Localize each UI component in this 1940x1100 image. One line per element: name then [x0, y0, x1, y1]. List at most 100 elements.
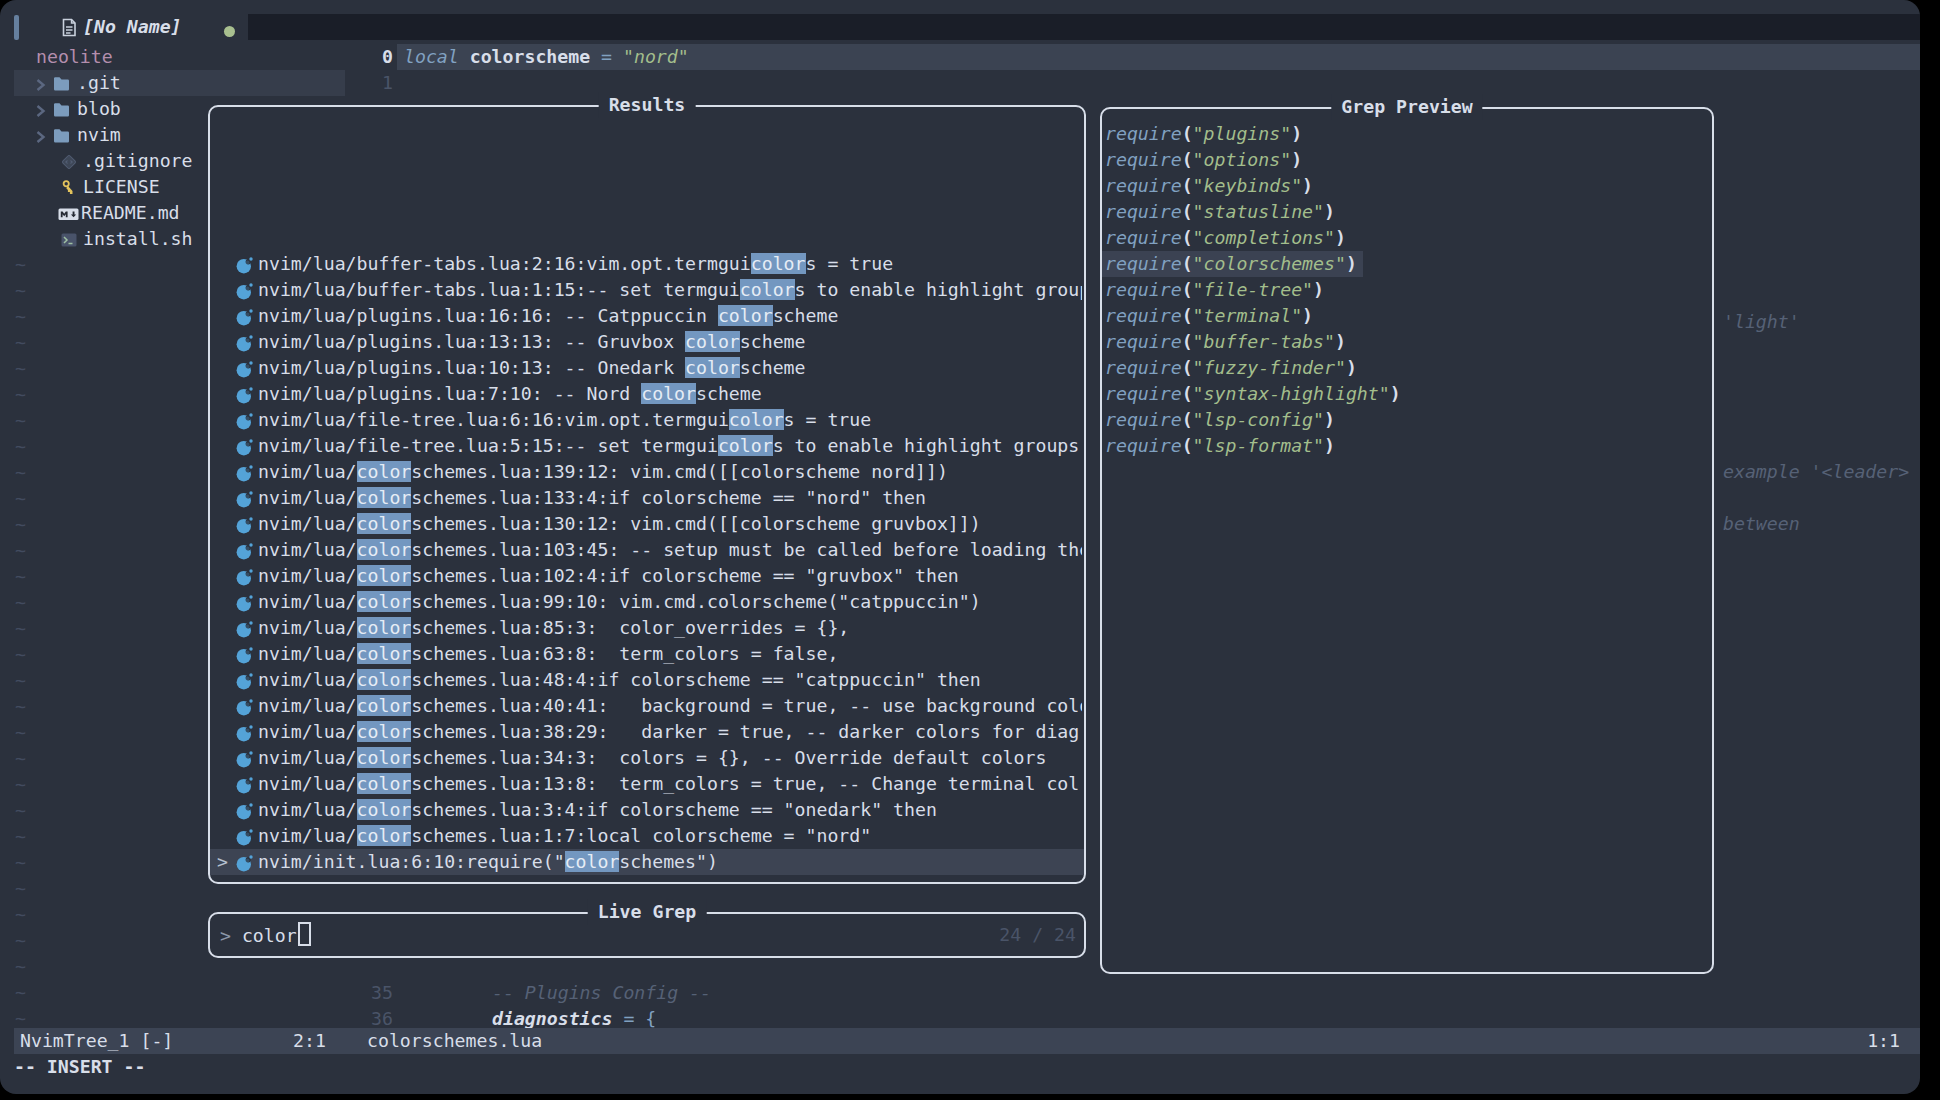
tilde: ~ — [15, 408, 26, 434]
chevron-right-icon — [35, 128, 46, 146]
preview-line: require("statusline") — [1102, 199, 1712, 225]
statusline-cursor-position: 1:1 — [1867, 1028, 1900, 1054]
result-row[interactable]: nvim/lua/colorschemes.lua:48:4:if colors… — [210, 667, 1084, 693]
tilde: ~ — [15, 356, 26, 382]
lua-icon — [236, 413, 253, 430]
tilde: ~ — [15, 538, 26, 564]
result-row[interactable]: nvim/lua/buffer-tabs.lua:1:15:-- set ter… — [210, 277, 1084, 303]
preview-lines: require("plugins")require("options")requ… — [1102, 121, 1712, 459]
bg-text-fragment: 'light' — [1723, 309, 1800, 335]
buffer-tab[interactable]: [No Name] — [83, 14, 182, 40]
tilde: ~ — [15, 590, 26, 616]
lua-icon — [236, 699, 253, 716]
tilde: ~ — [15, 668, 26, 694]
result-row[interactable]: nvim/lua/colorschemes.lua:103:45: -- set… — [210, 537, 1084, 563]
preview-line: require("keybinds") — [1102, 173, 1712, 199]
result-row[interactable]: nvim/lua/colorschemes.lua:3:4:if colorsc… — [210, 797, 1084, 823]
result-text: nvim/lua/colorschemes.lua:102:4:if color… — [258, 563, 1082, 589]
tilde: ~ — [15, 720, 26, 746]
live-grep-window: Live Grep > color 24 / 24 — [208, 912, 1086, 958]
result-row[interactable]: nvim/lua/plugins.lua:7:10: -- Nord color… — [210, 381, 1084, 407]
live-grep-input[interactable]: > color — [220, 922, 311, 948]
tilde: ~ — [15, 434, 26, 460]
result-row[interactable]: nvim/lua/colorschemes.lua:130:12: vim.cm… — [210, 511, 1084, 537]
lua-icon — [236, 777, 253, 794]
result-row[interactable]: nvim/lua/colorschemes.lua:13:8: term_col… — [210, 771, 1084, 797]
tabline-indicator — [14, 15, 19, 40]
lua-icon — [236, 387, 253, 404]
terminal-icon — [61, 231, 77, 249]
tilde: ~ — [15, 876, 26, 902]
result-text: nvim/lua/colorschemes.lua:40:41: backgro… — [258, 693, 1082, 719]
result-row[interactable]: nvim/lua/file-tree.lua:6:16:vim.opt.term… — [210, 407, 1084, 433]
tilde: ~ — [15, 980, 26, 1006]
preview-line: require("plugins") — [1102, 121, 1712, 147]
result-row[interactable]: nvim/lua/colorschemes.lua:102:4:if color… — [210, 563, 1084, 589]
result-row[interactable]: nvim/lua/colorschemes.lua:40:41: backgro… — [210, 693, 1084, 719]
lua-icon — [236, 335, 253, 352]
statusline-position: 2:1 — [293, 1028, 326, 1054]
result-row[interactable]: nvim/lua/file-tree.lua:5:15:-- set termg… — [210, 433, 1084, 459]
document-icon — [60, 18, 78, 44]
preview-line: require("fuzzy-finder") — [1102, 355, 1712, 381]
result-row[interactable]: nvim/lua/plugins.lua:10:13: -- Onedark c… — [210, 355, 1084, 381]
terminal-window: [No Name] neolite .gitblobnvim.gitignore… — [0, 0, 1920, 1094]
lua-icon — [236, 855, 253, 872]
lua-icon — [236, 751, 253, 768]
result-row[interactable]: nvim/lua/plugins.lua:13:13: -- Gruvbox c… — [210, 329, 1084, 355]
tilde: ~ — [15, 564, 26, 590]
result-text: nvim/lua/buffer-tabs.lua:2:16:vim.opt.te… — [258, 251, 1082, 277]
lua-icon — [236, 829, 253, 846]
result-row[interactable]: nvim/lua/colorschemes.lua:38:29: darker … — [210, 719, 1084, 745]
markdown-icon — [58, 205, 79, 223]
result-row[interactable]: >nvim/init.lua:6:10:require("colorscheme… — [210, 849, 1084, 875]
tree-root-title: neolite — [36, 44, 113, 70]
lua-icon — [236, 621, 253, 638]
result-row[interactable]: nvim/lua/colorschemes.lua:1:7:local colo… — [210, 823, 1084, 849]
result-row[interactable]: nvim/lua/buffer-tabs.lua:2:16:vim.opt.te… — [210, 251, 1084, 277]
folder-icon — [53, 127, 70, 145]
mode-indicator: -- INSERT -- — [14, 1054, 145, 1080]
preview-line: require("completions") — [1102, 225, 1712, 251]
tilde: ~ — [15, 824, 26, 850]
lua-icon — [236, 309, 253, 326]
tilde: ~ — [15, 954, 26, 980]
chevron-right-icon — [35, 102, 46, 120]
lua-icon — [236, 543, 253, 560]
result-text: nvim/lua/plugins.lua:13:13: -- Gruvbox c… — [258, 329, 1082, 355]
result-row[interactable]: nvim/lua/colorschemes.lua:85:3: color_ov… — [210, 615, 1084, 641]
tilde: ~ — [15, 486, 26, 512]
lua-icon — [236, 283, 253, 300]
result-text: nvim/init.lua:6:10:require("colorschemes… — [258, 849, 1082, 875]
result-row[interactable]: nvim/lua/colorschemes.lua:133:4:if color… — [210, 485, 1084, 511]
results-title: Results — [599, 92, 696, 118]
tilde: ~ — [15, 694, 26, 720]
result-row[interactable]: nvim/lua/colorschemes.lua:139:12: vim.cm… — [210, 459, 1084, 485]
result-row[interactable]: nvim/lua/colorschemes.lua:63:8: term_col… — [210, 641, 1084, 667]
result-text: nvim/lua/plugins.lua:16:16: -- Catppucci… — [258, 303, 1082, 329]
gitignore-icon — [61, 153, 77, 171]
line-number: 35 — [350, 980, 393, 1006]
result-row[interactable]: nvim/lua/colorschemes.lua:99:10: vim.cmd… — [210, 589, 1084, 615]
result-text: nvim/lua/colorschemes.lua:48:4:if colors… — [258, 667, 1082, 693]
lua-icon — [236, 465, 253, 482]
tilde: ~ — [15, 798, 26, 824]
lua-icon — [236, 647, 253, 664]
preview-line: require("file-tree") — [1102, 277, 1712, 303]
tabline-background — [248, 14, 1920, 40]
tilde: ~ — [15, 512, 26, 538]
tilde: ~ — [15, 642, 26, 668]
tilde: ~ — [15, 252, 26, 278]
key-icon — [61, 179, 75, 197]
lua-icon — [236, 569, 253, 586]
result-counter: 24 / 24 — [999, 922, 1076, 948]
tilde: ~ — [15, 330, 26, 356]
result-text: nvim/lua/file-tree.lua:5:15:-- set termg… — [258, 433, 1082, 459]
result-row[interactable]: nvim/lua/colorschemes.lua:34:3: colors =… — [210, 745, 1084, 771]
result-text: nvim/lua/colorschemes.lua:85:3: color_ov… — [258, 615, 1082, 641]
result-row[interactable]: nvim/lua/plugins.lua:16:16: -- Catppucci… — [210, 303, 1084, 329]
result-text: nvim/lua/colorschemes.lua:103:45: -- set… — [258, 537, 1082, 563]
tilde: ~ — [15, 382, 26, 408]
lua-icon — [236, 439, 253, 456]
grep-preview-title: Grep Preview — [1331, 94, 1482, 120]
